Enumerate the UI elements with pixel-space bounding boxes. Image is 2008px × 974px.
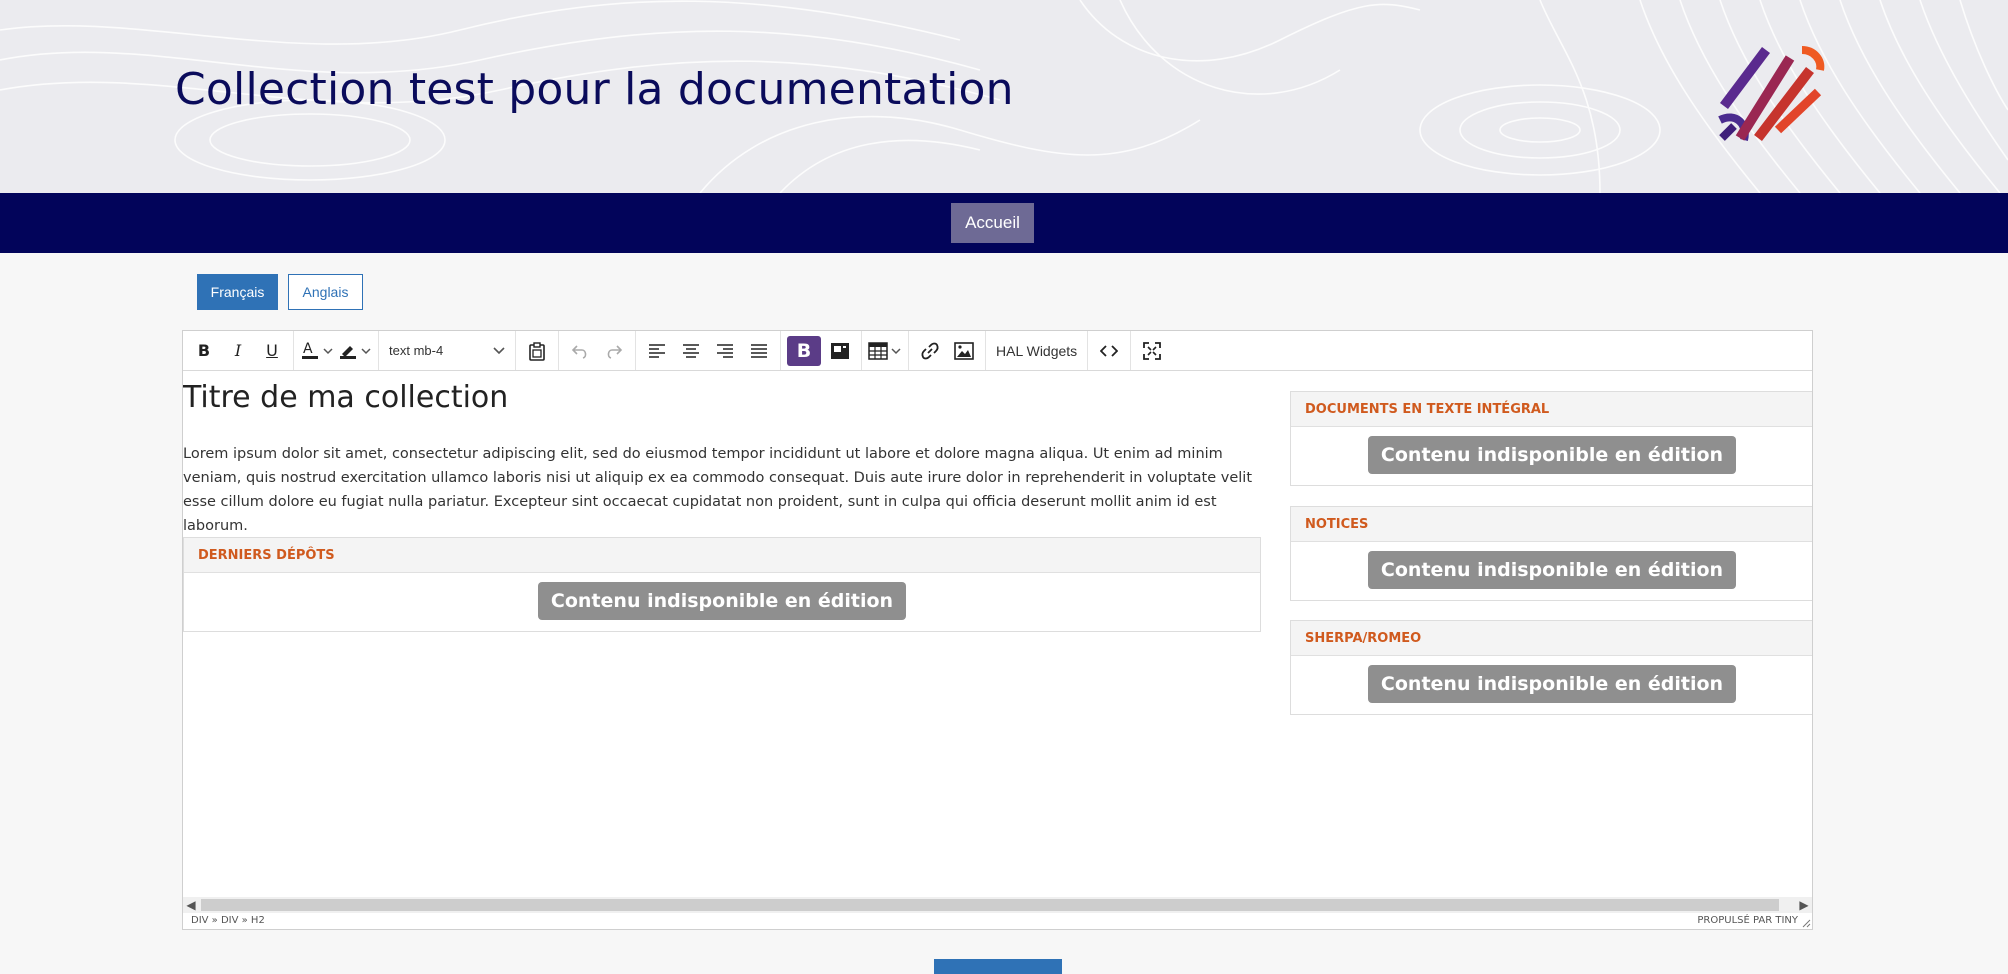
code-icon — [1100, 344, 1119, 357]
table-button[interactable] — [868, 336, 902, 366]
italic-button[interactable]: I — [223, 336, 253, 366]
editor-content[interactable]: Titre de ma collection Lorem ipsum dolor… — [183, 370, 1812, 897]
powered-by-tiny[interactable]: PROPULSÉ PAR TINY — [1697, 915, 1798, 926]
header-banner: Collection test pour la documentation — [0, 0, 2008, 193]
card-header: DOCUMENTS EN TEXTE INTÉGRAL — [1291, 392, 1812, 427]
collection-title: Titre de ma collection — [183, 380, 509, 415]
page-title: Collection test pour la documentation — [175, 64, 1014, 115]
align-right-button[interactable] — [710, 336, 740, 366]
derniers-depots-card: DERNIERS DÉPÔTS Contenu indisponible en … — [183, 537, 1261, 632]
align-center-button[interactable] — [676, 336, 706, 366]
notices-card: NOTICES Contenu indisponible en édition — [1290, 506, 1812, 601]
element-path: DIV » DIV » H2 — [191, 915, 265, 926]
bold-button[interactable]: B — [189, 336, 219, 366]
unavailable-badge: Contenu indisponible en édition — [1367, 665, 1737, 703]
hal-widgets-button[interactable]: HAL Widgets — [996, 343, 1077, 359]
scrollbar-thumb[interactable] — [201, 899, 1779, 911]
redo-button[interactable] — [599, 336, 629, 366]
lang-english-button[interactable]: Anglais — [288, 274, 363, 310]
card-header: NOTICES — [1291, 507, 1812, 542]
layout-block-icon — [831, 342, 849, 359]
template-button[interactable] — [825, 336, 855, 366]
scroll-left-icon[interactable]: ◀ — [183, 897, 199, 913]
horizontal-scrollbar[interactable]: ◀ ▶ — [183, 897, 1812, 913]
text-color-button[interactable]: A — [300, 336, 334, 366]
rich-text-editor: B I U A text mb-4 B HAL Widgets Titre de… — [182, 330, 1813, 930]
image-icon — [954, 341, 974, 360]
editor-toolbar: B I U A text mb-4 B HAL Widgets — [183, 331, 1812, 371]
nav-home-button[interactable]: Accueil — [951, 203, 1034, 243]
fullscreen-button[interactable] — [1137, 336, 1167, 366]
svg-text:A: A — [303, 341, 313, 357]
link-icon — [921, 342, 939, 359]
documents-texte-integral-card: DOCUMENTS EN TEXTE INTÉGRAL Contenu indi… — [1290, 391, 1812, 486]
editor-statusbar: DIV » DIV » H2 PROPULSÉ PAR TINY — [183, 913, 1812, 929]
scroll-right-icon[interactable]: ▶ — [1796, 897, 1812, 913]
image-button[interactable] — [949, 336, 979, 366]
align-justify-button[interactable] — [744, 336, 774, 366]
align-center-icon — [683, 343, 699, 358]
link-button[interactable] — [915, 336, 945, 366]
paste-button[interactable] — [522, 336, 552, 366]
card-header: DERNIERS DÉPÔTS — [184, 538, 1260, 573]
unavailable-badge: Contenu indisponible en édition — [1367, 436, 1737, 474]
main-navbar: Accueil — [0, 193, 2008, 253]
resize-handle-icon[interactable] — [1801, 918, 1811, 928]
unavailable-badge: Contenu indisponible en édition — [537, 582, 907, 620]
save-button[interactable] — [934, 959, 1062, 974]
clipboard-icon — [529, 341, 545, 361]
align-left-icon — [649, 343, 665, 358]
unavailable-badge: Contenu indisponible en édition — [1367, 551, 1737, 589]
redo-icon — [607, 344, 623, 359]
block-format-value: text mb-4 — [389, 343, 444, 358]
align-justify-icon — [751, 343, 767, 358]
highlighter-icon — [340, 345, 371, 359]
card-header: SHERPA/ROMEO — [1291, 621, 1812, 656]
undo-icon — [571, 344, 587, 359]
underline-button[interactable]: U — [257, 336, 287, 366]
source-code-button[interactable] — [1094, 336, 1124, 366]
undo-button[interactable] — [565, 336, 595, 366]
bootstrap-button[interactable]: B — [787, 335, 821, 366]
lang-french-button[interactable]: Français — [197, 274, 278, 310]
align-left-button[interactable] — [642, 336, 672, 366]
sherpa-romeo-card: SHERPA/ROMEO Contenu indisponible en édi… — [1290, 620, 1812, 715]
fullscreen-icon — [1143, 341, 1162, 360]
align-right-icon — [717, 343, 733, 358]
intro-paragraph: Lorem ipsum dolor sit amet, consectetur … — [183, 446, 1252, 534]
block-format-select[interactable]: text mb-4 — [383, 336, 511, 366]
hal-arcs-logo-icon — [1718, 46, 1825, 142]
table-icon — [868, 341, 901, 360]
text-color-icon: A — [302, 341, 333, 359]
highlight-color-button[interactable] — [338, 336, 372, 366]
chevron-down-icon — [493, 346, 505, 354]
